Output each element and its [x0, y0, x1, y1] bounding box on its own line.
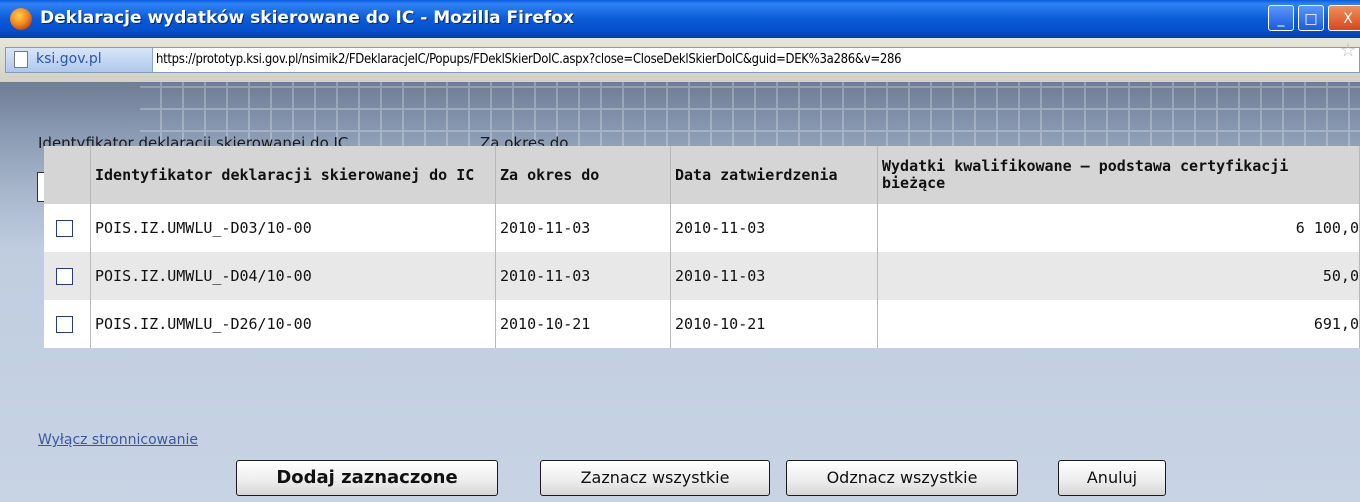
select-column-header: [44, 146, 91, 204]
page-icon: [14, 51, 28, 68]
url-field[interactable]: ksi.gov.pl https://prototyp.ksi.gov.pl/n…: [5, 47, 1360, 73]
row-select-cell: [44, 300, 91, 348]
row-expenses: 691,0: [877, 300, 1360, 348]
id-column-header[interactable]: Identyfikator deklaracji skierowanej do …: [90, 146, 496, 204]
site-identity-badge[interactable]: ksi.gov.pl: [6, 48, 153, 72]
add-selected-button[interactable]: Dodaj zaznaczone: [236, 460, 498, 496]
table-row: POIS.IZ.UMWLU_-D04/10-00 2010-11-03 2010…: [44, 252, 1360, 300]
period-column-header[interactable]: Za okres do: [495, 146, 671, 204]
close-button[interactable]: X: [1328, 5, 1360, 31]
expenses-column-header[interactable]: Wydatki kwalifikowane – podstawa certyfi…: [877, 146, 1360, 204]
row-approval-date: 2010-10-21: [670, 300, 878, 348]
table-row: POIS.IZ.UMWLU_-D03/10-00 2010-11-03 2010…: [44, 204, 1360, 252]
row-select-cell: [44, 252, 91, 300]
row-period: 2010-11-03: [495, 252, 671, 300]
deselect-all-button[interactable]: Odznacz wszystkie: [786, 460, 1018, 496]
table-row: POIS.IZ.UMWLU_-D26/10-00 2010-10-21 2010…: [44, 300, 1360, 348]
row-checkbox[interactable]: [56, 268, 73, 285]
select-all-button[interactable]: Zaznacz wszystkie: [540, 460, 770, 496]
row-id: POIS.IZ.UMWLU_-D26/10-00: [90, 300, 496, 348]
row-checkbox[interactable]: [56, 316, 73, 333]
url-text: https://prototyp.ksi.gov.pl/nsimik2/FDek…: [156, 52, 902, 67]
row-checkbox[interactable]: [56, 220, 73, 237]
row-expenses: 50,0: [877, 252, 1360, 300]
window-title: Deklaracje wydatków skierowane do IC - M…: [40, 8, 574, 28]
window-title-bar: Deklaracje wydatków skierowane do IC - M…: [0, 0, 1360, 38]
declarations-table: Identyfikator deklaracji skierowanej do …: [44, 146, 1360, 348]
approval-column-header[interactable]: Data zatwierdzenia: [670, 146, 878, 204]
row-approval-date: 2010-11-03: [670, 252, 878, 300]
maximize-button[interactable]: □: [1298, 5, 1324, 31]
minimize-button[interactable]: _: [1268, 5, 1294, 31]
disable-paging-link[interactable]: Wyłącz stronnicowanie: [38, 432, 198, 448]
row-expenses: 6 100,0: [877, 204, 1360, 252]
site-name: ksi.gov.pl: [36, 51, 102, 67]
row-period: 2010-10-21: [495, 300, 671, 348]
cancel-button[interactable]: Anuluj: [1058, 460, 1166, 496]
firefox-icon: [10, 8, 32, 30]
row-id: POIS.IZ.UMWLU_-D03/10-00: [90, 204, 496, 252]
row-approval-date: 2010-11-03: [670, 204, 878, 252]
row-period: 2010-11-03: [495, 204, 671, 252]
row-select-cell: [44, 204, 91, 252]
bookmark-star-icon[interactable]: ☆: [1340, 40, 1356, 61]
row-id: POIS.IZ.UMWLU_-D04/10-00: [90, 252, 496, 300]
table-header-row: Identyfikator deklaracji skierowanej do …: [44, 146, 1360, 204]
address-bar: ksi.gov.pl https://prototyp.ksi.gov.pl/n…: [0, 38, 1360, 83]
